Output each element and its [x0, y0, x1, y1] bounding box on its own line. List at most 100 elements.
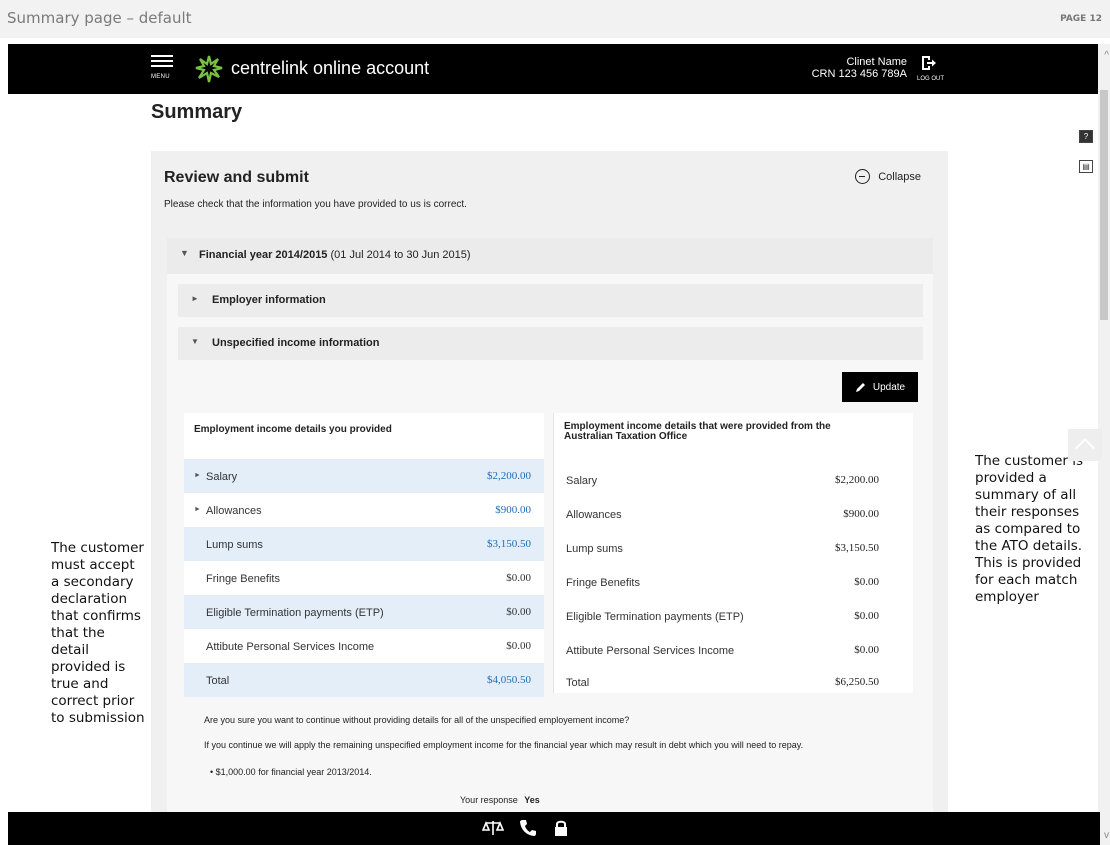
row-value: $900.00 — [495, 504, 531, 516]
provided-income-table: Employment income details you provided ►… — [184, 413, 544, 697]
scrollbar-thumb[interactable] — [1100, 90, 1108, 320]
row-label: Allowances — [566, 509, 622, 521]
unspecified-income-accordion[interactable]: ▼ Unspecified income information — [178, 327, 923, 360]
page-title: Summary — [151, 101, 243, 123]
client-info: Clinet Name CRN 123 456 789A — [812, 56, 907, 80]
scales-icon[interactable] — [482, 819, 504, 837]
row-label: Lump sums — [206, 539, 263, 551]
back-to-top-button[interactable] — [1068, 429, 1102, 461]
row-value: $0.00 — [854, 610, 879, 622]
print-icon[interactable]: ▤ — [1079, 160, 1093, 173]
top-navigation-bar: MENU centrelink online account Clinet Na… — [8, 44, 1100, 94]
financial-year-panel: ▼ Financial year 2014/2015 (01 Jul 2014 … — [167, 238, 933, 821]
review-subtitle: Please check that the information you ha… — [164, 199, 467, 210]
table-row: Attibute Personal Services Income $0.00 — [554, 633, 913, 667]
row-label: Total — [566, 677, 590, 689]
caret-right-icon[interactable]: ► — [191, 294, 199, 303]
table-row-total: Total $6,250.50 — [554, 665, 913, 699]
row-value: $0.00 — [854, 576, 879, 588]
row-value: $0.00 — [506, 606, 531, 618]
response: Your response Yes — [460, 795, 540, 805]
client-crn: CRN 123 456 789A — [811, 68, 907, 80]
table-row: Fringe Benefits $0.00 — [184, 561, 544, 595]
row-label: Eligible Termination payments (ETP) — [206, 607, 384, 619]
row-value: $900.00 — [843, 508, 879, 520]
ato-heading-line: Australian Taxation Office — [564, 431, 688, 442]
ato-income-table: Employment income details that were prov… — [553, 413, 913, 693]
unspecified-income-question: Are you sure you want to continue withou… — [184, 701, 921, 821]
financial-year-label[interactable]: Financial year 2014/2015 — [199, 249, 327, 261]
accordion-label[interactable]: Unspecified income information — [212, 337, 379, 349]
table-row: Attibute Personal Services Income $0.00 — [184, 629, 544, 663]
collapse-circle-icon[interactable] — [855, 169, 871, 184]
client-name: Clinet Name — [846, 56, 907, 68]
update-button[interactable]: Update — [842, 372, 918, 402]
row-label: Lump sums — [566, 543, 623, 555]
page-number: PAGE 12 — [1060, 14, 1102, 24]
row-value: $2,200.00 — [835, 474, 879, 486]
row-value: $3,150.50 — [835, 542, 879, 554]
row-value: $0.00 — [854, 644, 879, 656]
annotation-left: The customer must accept a secondary dec… — [51, 540, 145, 726]
table-row: Salary $2,200.00 — [554, 463, 913, 497]
table-row-total: Total $4,050.50 — [184, 663, 544, 697]
document-title: Summary page – default — [7, 9, 192, 27]
table-row: Lump sums $3,150.50 — [554, 531, 913, 565]
footer-bar — [8, 812, 1100, 845]
row-label: Salary — [566, 475, 598, 487]
table-row: Lump sums $3,150.50 — [184, 527, 544, 561]
provided-table-heading: Employment income details you provided — [194, 424, 392, 435]
table-row: Eligible Termination payments (ETP) $0.0… — [184, 595, 544, 629]
financial-year-toggle[interactable]: ▼ Financial year 2014/2015 (01 Jul 2014 … — [167, 238, 933, 274]
row-label: Allowances — [206, 505, 262, 517]
response-value: Yes — [524, 795, 540, 805]
review-title: Review and submit — [164, 169, 309, 186]
brand-name: centrelink online account — [231, 58, 430, 78]
document-header: Summary page – default PAGE 12 — [0, 0, 1110, 38]
employer-information-accordion[interactable]: ► Employer information — [178, 284, 923, 317]
caret-right-icon[interactable]: ► — [194, 472, 201, 479]
row-label: Total — [206, 675, 230, 687]
response-label: Your response — [460, 795, 518, 805]
logout-label[interactable]: LOG OUT — [917, 76, 944, 82]
collapse-button[interactable]: Collapse — [855, 169, 921, 184]
row-label: Fringe Benefits — [566, 577, 640, 589]
financial-year-range: (01 Jul 2014 to 30 Jun 2015) — [330, 249, 471, 261]
menu-label: MENU — [151, 74, 170, 80]
lock-icon[interactable] — [553, 819, 569, 837]
annotation-right: The customer is provided a summary of al… — [975, 453, 1084, 605]
ato-table-heading: Employment income details that were prov… — [554, 413, 913, 457]
caret-right-icon[interactable]: ► — [194, 506, 201, 513]
table-row[interactable]: ► Allowances $900.00 — [184, 493, 544, 527]
row-value: $6,250.50 — [835, 676, 879, 688]
question-text: Are you sure you want to continue withou… — [204, 715, 630, 725]
accordion-label[interactable]: Employer information — [212, 294, 326, 306]
help-icon[interactable]: ? — [1079, 130, 1093, 143]
pencil-icon — [855, 383, 865, 392]
table-row: Eligible Termination payments (ETP) $0.0… — [554, 599, 913, 633]
caret-down-icon[interactable]: ▼ — [191, 337, 199, 346]
table-row: Allowances $900.00 — [554, 497, 913, 531]
collapse-label[interactable]: Collapse — [878, 171, 921, 183]
hamburger-icon[interactable] — [151, 55, 173, 70]
row-label: Fringe Benefits — [206, 573, 280, 585]
row-value: $2,200.00 — [487, 470, 531, 482]
caret-down-icon[interactable]: ▼ — [180, 248, 189, 258]
table-row: Fringe Benefits $0.00 — [554, 565, 913, 599]
row-label: Attibute Personal Services Income — [206, 641, 375, 653]
centrelink-star-logo-icon — [195, 55, 223, 83]
row-value: $0.00 — [506, 640, 531, 652]
table-row[interactable]: ► Salary $2,200.00 — [184, 459, 544, 493]
scroll-down-icon[interactable]: v — [1104, 830, 1109, 841]
row-label: Salary — [206, 471, 238, 483]
review-submit-card: Review and submit Please check that the … — [151, 151, 948, 821]
row-label: Eligible Termination payments (ETP) — [566, 611, 744, 623]
debt-bullet: • $1,000.00 for financial year 2013/2014… — [210, 767, 372, 777]
warning-text: If you continue we will apply the remain… — [204, 740, 804, 750]
row-value: $4,050.50 — [487, 674, 531, 686]
logout-icon[interactable] — [919, 54, 937, 72]
scroll-up-icon[interactable]: ^ — [1104, 50, 1109, 61]
row-label: Attibute Personal Services Income — [566, 645, 735, 657]
update-label[interactable]: Update — [873, 382, 905, 393]
phone-icon[interactable] — [519, 819, 537, 837]
